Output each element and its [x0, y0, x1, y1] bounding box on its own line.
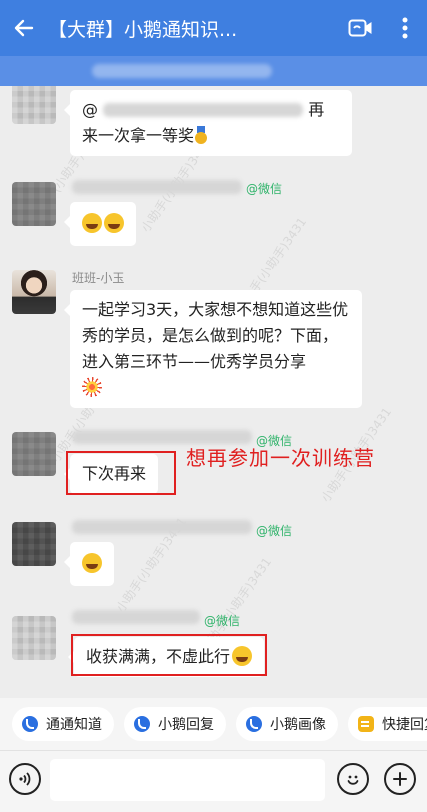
chat-title: 【大群】小鹅通知识... [48, 18, 238, 41]
add-button[interactable] [384, 763, 416, 795]
avatar[interactable] [12, 616, 56, 660]
avatar[interactable] [12, 86, 56, 124]
avatar[interactable] [12, 522, 56, 566]
message-bubble[interactable] [64, 542, 114, 586]
chip-label: 快捷回复 [382, 717, 427, 733]
sender-name-blurred [72, 520, 252, 534]
wechat-tag: @微信 [204, 614, 241, 628]
laughing-emoji [82, 213, 102, 233]
video-call-icon [348, 19, 372, 37]
arrow-left-icon [14, 19, 34, 37]
message-bubble[interactable]: 一起学习3天，大家想不想知道这些优秀的学员，是怎么做到的呢？下面，进入第三环节—… [64, 290, 362, 408]
blurred-avatar [12, 182, 56, 226]
more-vertical-icon [402, 17, 408, 39]
profile-photo [12, 270, 56, 314]
message-text: 来一次拿一等奖 [82, 126, 195, 145]
laughing-emoji [82, 553, 102, 573]
blurred-notice [92, 64, 272, 78]
emoji-button[interactable] [337, 763, 369, 795]
emoji-icon [347, 775, 359, 785]
annotation-text: 想再参加一次训练营 [186, 446, 375, 470]
quick-reply-bar: 通通知道 小鹅回复 小鹅画像 快捷回复 [0, 698, 427, 750]
avatar[interactable] [12, 182, 56, 226]
avatar[interactable] [12, 432, 56, 476]
highlight-box [71, 634, 267, 676]
video-call-button[interactable] [339, 0, 383, 56]
bot-icon [246, 716, 262, 732]
message-text: 一起学习3天，大家想不想知道这些优秀的学员，是怎么做到的呢？下面，进入第三环节—… [82, 300, 349, 371]
avatar[interactable] [12, 270, 56, 314]
chat-header: 【大群】小鹅通知识... [0, 0, 427, 56]
message-text: @ [82, 100, 98, 119]
chip-label: 小鹅回复 [158, 717, 214, 733]
sender-name: 班班-小玉 [72, 271, 125, 285]
chip-label: 通通知道 [46, 717, 102, 733]
quick-reply-chip[interactable]: 通通知道 [12, 707, 114, 741]
back-button[interactable] [0, 0, 48, 56]
message-input[interactable] [50, 759, 325, 801]
more-button[interactable] [383, 0, 427, 56]
wechat-tag: @微信 [256, 524, 293, 538]
blurred-mention [103, 103, 304, 117]
medal-emoji [194, 126, 208, 144]
notice-bar[interactable] [0, 56, 427, 86]
chip-label: 小鹅画像 [270, 717, 326, 733]
message-bubble[interactable]: @ 再 来一次拿一等奖 [64, 90, 352, 156]
blurred-avatar [12, 616, 56, 660]
quick-reply-chip[interactable]: 小鹅画像 [236, 707, 338, 741]
quick-reply-chip[interactable]: 快捷回复 [348, 707, 427, 741]
message-text: 再 [308, 100, 325, 119]
voice-button[interactable] [9, 763, 41, 795]
input-bar [0, 750, 427, 812]
sender-name-blurred [72, 180, 242, 194]
bot-icon [134, 716, 150, 732]
wechat-tag: @微信 [246, 182, 283, 196]
firework-emoji [82, 377, 102, 397]
blurred-avatar [12, 522, 56, 566]
quick-reply-icon [358, 716, 374, 732]
quick-reply-chip[interactable]: 小鹅回复 [124, 707, 226, 741]
laughing-emoji [104, 213, 124, 233]
highlight-box [66, 451, 176, 495]
sender-name-blurred [72, 610, 200, 624]
add-icon [393, 772, 407, 786]
message-bubble[interactable] [64, 202, 136, 246]
voice-icon [19, 772, 31, 786]
blurred-avatar [12, 432, 56, 476]
blurred-avatar [12, 86, 56, 124]
bot-icon [22, 716, 38, 732]
message-list[interactable]: 小助手(小助手)3431 小助手(小助手)3431 小助手(小助手)3431 小… [0, 86, 427, 698]
